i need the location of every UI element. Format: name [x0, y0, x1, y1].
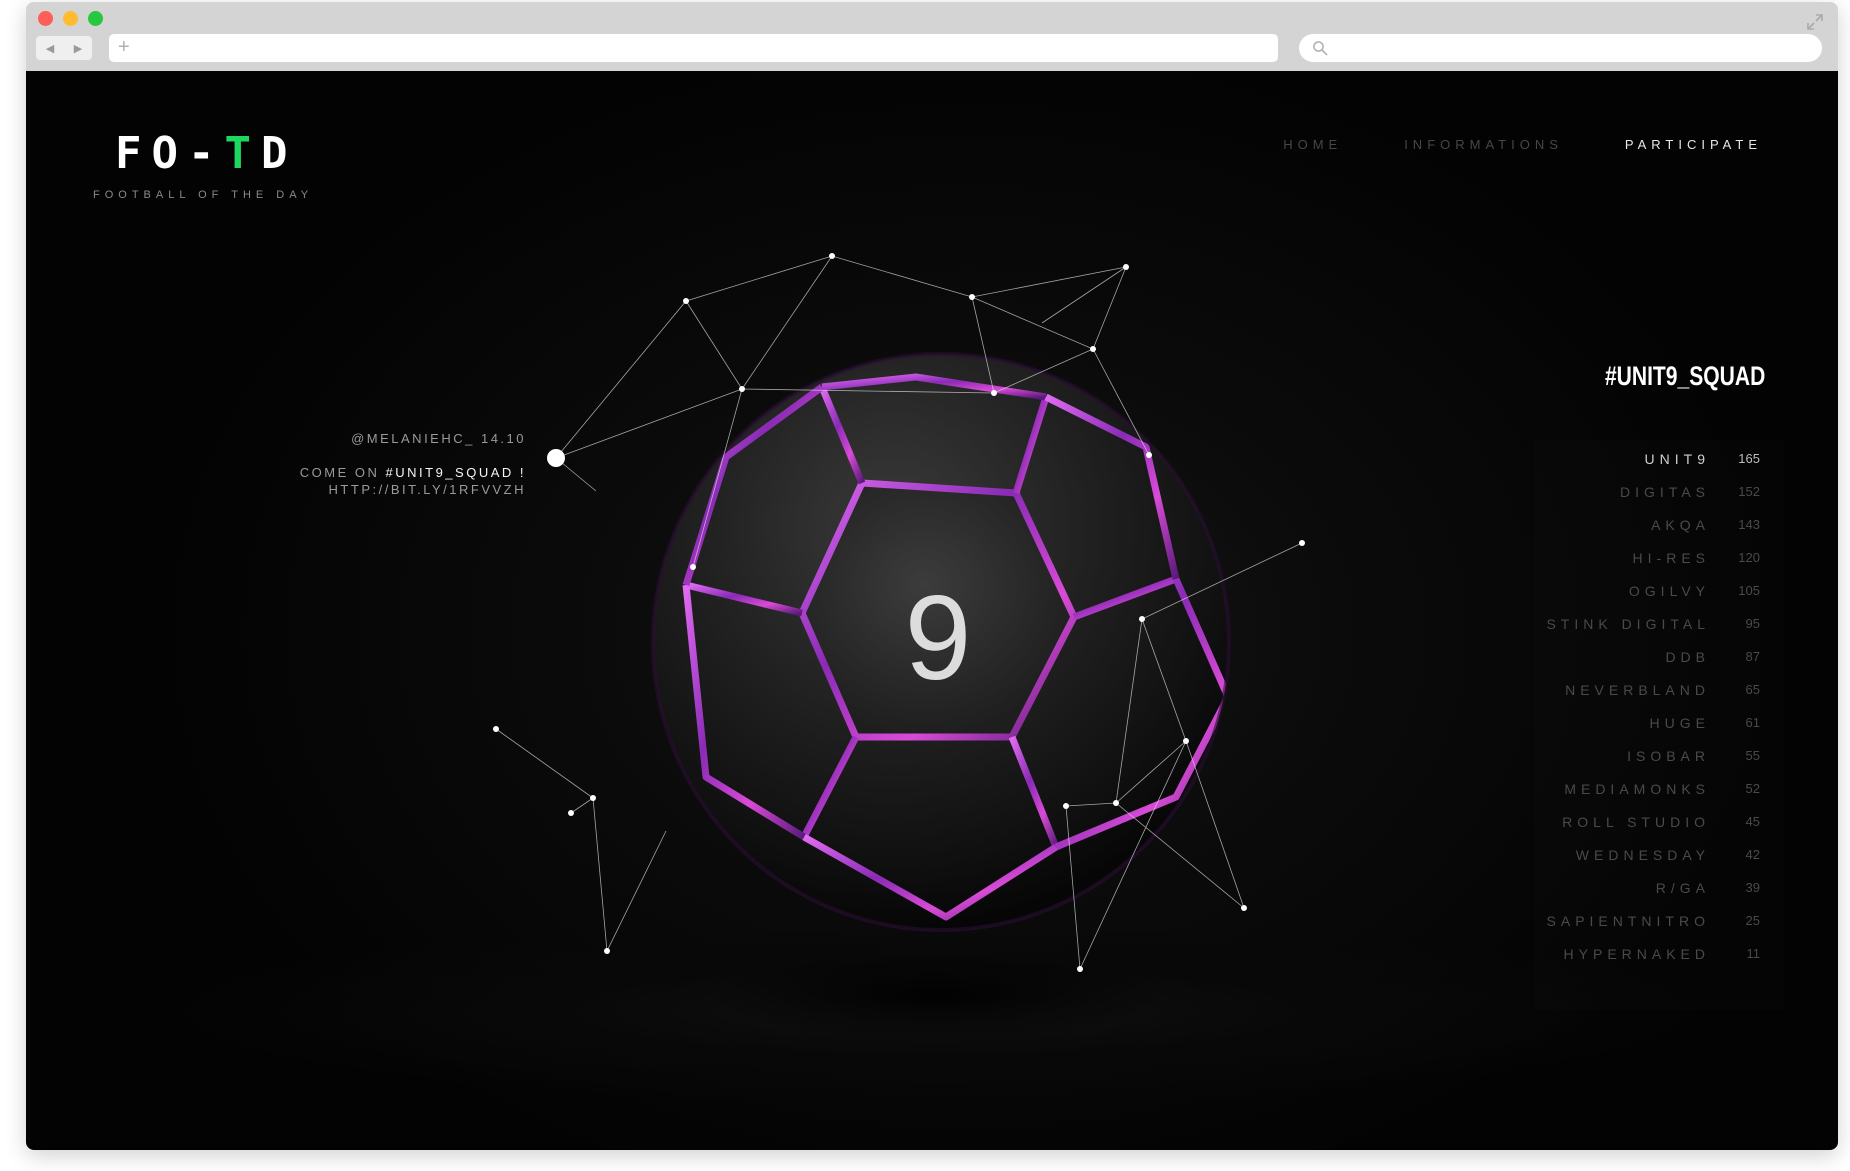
row-score: 120	[1738, 550, 1760, 565]
leaderboard-row[interactable]: NEVERBLAND 65	[1534, 673, 1784, 706]
new-tab-icon[interactable]: +	[118, 36, 130, 58]
row-name: DIGITAS	[1620, 483, 1710, 500]
row-score: 25	[1745, 913, 1760, 928]
row-score: 152	[1738, 484, 1760, 499]
leaderboard-row[interactable]: AKQA 143	[1534, 508, 1784, 541]
leaderboard-row[interactable]: WEDNESDAY 42	[1534, 838, 1784, 871]
row-name: HYPERNAKED	[1563, 945, 1710, 962]
tweet-hashtag[interactable]: #UNIT9_SQUAD !	[386, 465, 526, 480]
row-name: HI-RES	[1632, 549, 1710, 566]
search-icon	[1313, 41, 1328, 56]
page-viewport: FO-TD FOOTBALL OF THE DAY HOME INFORMATI…	[26, 71, 1838, 1150]
history-buttons: ◀ ▶	[36, 36, 92, 60]
leaderboard-row[interactable]: HI-RES 120	[1534, 541, 1784, 574]
row-score: 105	[1738, 583, 1760, 598]
row-score: 52	[1745, 781, 1760, 796]
leaderboard-row[interactable]: DDB 87	[1534, 640, 1784, 673]
row-score: 39	[1745, 880, 1760, 895]
row-name: DDB	[1665, 648, 1710, 665]
row-name: UNIT9	[1644, 450, 1710, 467]
browser-window: ◀ ▶ + FO-TD FOOTBALL OF THE DAY HOME INF…	[26, 2, 1838, 1150]
leaderboard-title: #UNIT9_SQUAD	[1604, 361, 1766, 391]
active-node[interactable]	[547, 449, 565, 467]
leaderboard-row[interactable]: HYPERNAKED 11	[1534, 937, 1784, 970]
tweet-link[interactable]: HTTP://BIT.LY/1RFVVZH	[226, 482, 526, 497]
row-name: WEDNESDAY	[1575, 846, 1710, 863]
row-score: 61	[1745, 715, 1760, 730]
close-window-button[interactable]	[38, 11, 53, 26]
leaderboard-row[interactable]: ISOBAR 55	[1534, 739, 1784, 772]
row-score: 95	[1745, 616, 1760, 631]
tweet-handle[interactable]: @MELANIEHC_ 14.10	[226, 431, 526, 446]
row-name: R/GA	[1655, 879, 1710, 896]
row-name: ISOBAR	[1627, 747, 1710, 764]
leaderboard-row[interactable]: UNIT9 165	[1534, 442, 1784, 475]
row-name: HUGE	[1649, 714, 1710, 731]
row-score: 55	[1745, 748, 1760, 763]
leaderboard: #UNIT9_SQUAD UNIT9 165 DIGITAS 152 AKQA 143…	[1534, 361, 1784, 1010]
forward-arrow-icon[interactable]: ▶	[64, 36, 92, 60]
leaderboard-row[interactable]: DIGITAS 152	[1534, 475, 1784, 508]
row-score: 45	[1745, 814, 1760, 829]
fullscreen-icon[interactable]	[1806, 13, 1824, 31]
row-score: 165	[1738, 451, 1760, 466]
leaderboard-list: UNIT9 165 DIGITAS 152 AKQA 143 HI-RES 120 OG…	[1534, 440, 1784, 1010]
maximize-window-button[interactable]	[88, 11, 103, 26]
tweet-text: COME ON #UNIT9_SQUAD !	[226, 465, 526, 480]
row-name: ROLL STUDIO	[1562, 813, 1710, 830]
leaderboard-row[interactable]: ROLL STUDIO 45	[1534, 805, 1784, 838]
back-arrow-icon[interactable]: ◀	[36, 36, 64, 60]
address-bar[interactable]: +	[109, 34, 1278, 62]
row-score: 143	[1738, 517, 1760, 532]
row-score: 42	[1745, 847, 1760, 862]
leaderboard-row[interactable]: MEDIAMONKS 52	[1534, 772, 1784, 805]
search-input[interactable]	[1299, 34, 1822, 62]
row-score: 87	[1745, 649, 1760, 664]
row-name: MEDIAMONKS	[1564, 780, 1710, 797]
row-name: NEVERBLAND	[1565, 681, 1710, 698]
leaderboard-row[interactable]: SAPIENTNITRO 25	[1534, 904, 1784, 937]
row-name: STINK DIGITAL	[1546, 615, 1710, 632]
leaderboard-row[interactable]: OGILVY 105	[1534, 574, 1784, 607]
minimize-window-button[interactable]	[63, 11, 78, 26]
tweet-text-prefix: COME ON	[299, 465, 386, 480]
leaderboard-row[interactable]: R/GA 39	[1534, 871, 1784, 904]
row-name: OGILVY	[1628, 582, 1710, 599]
tweet-card: @MELANIEHC_ 14.10 COME ON #UNIT9_SQUAD !…	[226, 431, 526, 497]
row-score: 65	[1745, 682, 1760, 697]
leaderboard-row[interactable]: STINK DIGITAL 95	[1534, 607, 1784, 640]
browser-toolbar: ◀ ▶ +	[26, 2, 1838, 71]
row-name: AKQA	[1651, 516, 1710, 533]
row-name: SAPIENTNITRO	[1546, 912, 1710, 929]
leaderboard-row[interactable]: HUGE 61	[1534, 706, 1784, 739]
row-score: 11	[1746, 946, 1761, 961]
